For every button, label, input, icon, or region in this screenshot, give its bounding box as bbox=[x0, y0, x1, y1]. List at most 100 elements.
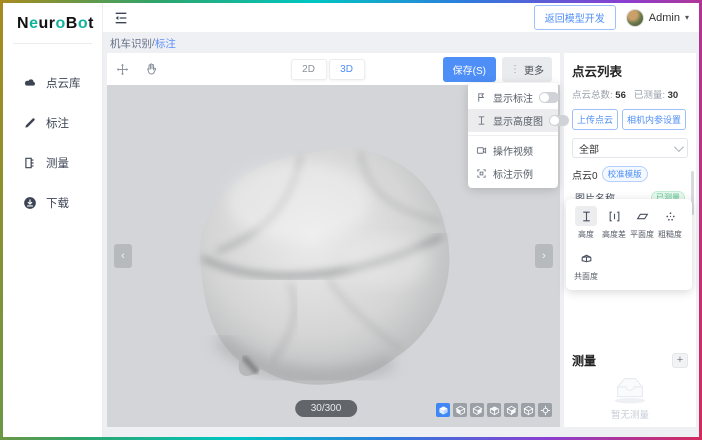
ibeam-icon bbox=[476, 115, 487, 126]
mode-3d-button[interactable]: 3D bbox=[329, 59, 365, 80]
next-image-button[interactable]: › bbox=[535, 244, 553, 268]
menu-item-annotation-example[interactable]: 标注示例 bbox=[468, 162, 558, 185]
tool-label: 高度差 bbox=[602, 229, 626, 240]
measured-value: 30 bbox=[668, 90, 679, 101]
logo-letter-green: o bbox=[55, 15, 65, 32]
sidebar-item-label: 测量 bbox=[46, 155, 69, 171]
flatness-icon bbox=[631, 206, 653, 226]
logo-divider bbox=[13, 43, 92, 44]
camera-intrinsics-button[interactable]: 相机内参设置 bbox=[622, 109, 686, 130]
show-annotation-toggle[interactable] bbox=[539, 92, 559, 103]
total-stat: 点云总数: 56 bbox=[572, 87, 626, 101]
example-icon bbox=[476, 168, 487, 179]
logo-letter: t bbox=[88, 15, 94, 32]
empty-state-text: 暂无测量 bbox=[611, 407, 649, 421]
logo-letter: B bbox=[66, 15, 78, 32]
pointcloud-panel: 点云列表 点云总数: 56 已测量: 30 上传点云 相机内参设置 全部 点云0… bbox=[564, 53, 696, 427]
tool-height[interactable]: 高度 bbox=[572, 206, 600, 240]
cube-back-icon[interactable] bbox=[470, 403, 484, 417]
tool-label: 平面度 bbox=[630, 229, 654, 240]
tool-label: 共面度 bbox=[574, 271, 598, 282]
more-dropdown-menu: 显示标注 显示高度图 操作视频 标注示例 bbox=[468, 83, 558, 188]
measured-stat: 已测量: 30 bbox=[634, 87, 678, 101]
sidebar-item-measure[interactable]: 测量 bbox=[3, 146, 102, 180]
cloud-icon bbox=[23, 76, 37, 90]
main-column: 返回模型开发 Admin ▾ 机车识别 / 标注 bbox=[103, 3, 699, 437]
show-heightmap-toggle[interactable] bbox=[549, 115, 569, 126]
sidebar-menu: 点云库 标注 测量 下载 bbox=[3, 66, 102, 220]
locate-icon[interactable] bbox=[538, 403, 552, 417]
measure-tools-popup: 高度 高度差 平面度 粗糙度 bbox=[566, 199, 692, 290]
tool-height-diff[interactable]: 高度差 bbox=[600, 206, 628, 240]
avatar bbox=[626, 9, 644, 27]
pointcloud-group-row[interactable]: 点云0 校准模版 bbox=[572, 166, 688, 182]
app-window: NeuroBot 点云库 标注 测量 bbox=[3, 3, 699, 437]
user-name: Admin bbox=[649, 12, 680, 24]
more-button[interactable]: ⋮更多 bbox=[502, 57, 552, 82]
flag-icon bbox=[476, 92, 487, 103]
menu-fold-icon[interactable] bbox=[113, 10, 129, 26]
sidebar-item-label: 标注 bbox=[46, 115, 69, 131]
chevron-down-icon bbox=[674, 142, 684, 152]
empty-box-icon bbox=[608, 373, 652, 405]
menu-item-label: 显示高度图 bbox=[493, 113, 543, 128]
cube-iso-icon[interactable] bbox=[436, 403, 450, 417]
sidebar: NeuroBot 点云库 标注 测量 bbox=[3, 3, 103, 437]
sidebar-item-annotate[interactable]: 标注 bbox=[3, 106, 102, 140]
frame-counter: 30/300 bbox=[295, 400, 358, 417]
mode-2d-button[interactable]: 2D bbox=[291, 59, 327, 80]
calibration-template-tag: 校准模版 bbox=[602, 166, 648, 182]
filter-value: 全部 bbox=[579, 141, 599, 156]
tool-roughness[interactable]: 粗糙度 bbox=[656, 206, 684, 240]
canvas-tools-left bbox=[115, 62, 159, 77]
brand-logo: NeuroBot bbox=[3, 3, 102, 43]
logo-letter-green: o bbox=[78, 15, 88, 32]
cube-left-icon[interactable] bbox=[487, 403, 501, 417]
menu-item-label: 标注示例 bbox=[493, 166, 550, 181]
pen-icon bbox=[23, 116, 37, 130]
add-measure-button[interactable]: + bbox=[672, 353, 688, 368]
prev-image-button[interactable]: ‹ bbox=[114, 244, 132, 268]
sidebar-item-label: 下载 bbox=[46, 195, 69, 211]
dimension-toggle: 2D 3D bbox=[291, 59, 365, 80]
measure-title: 测量 bbox=[572, 352, 596, 369]
save-button[interactable]: 保存(S) bbox=[443, 57, 496, 82]
coplanarity-icon bbox=[575, 248, 597, 268]
panel-title: 点云列表 bbox=[572, 61, 688, 80]
more-label: 更多 bbox=[524, 62, 544, 77]
cube-right-icon[interactable] bbox=[504, 403, 518, 417]
breadcrumb-current: 标注 bbox=[155, 36, 176, 51]
cube-front-icon[interactable] bbox=[453, 403, 467, 417]
tool-coplanarity[interactable]: 共面度 bbox=[572, 248, 600, 282]
empty-state: 暂无测量 bbox=[564, 373, 696, 421]
tool-flatness[interactable]: 平面度 bbox=[628, 206, 656, 240]
user-menu[interactable]: Admin ▾ bbox=[626, 9, 689, 27]
hand-tool-icon[interactable] bbox=[144, 62, 159, 77]
upload-pointcloud-button[interactable]: 上传点云 bbox=[572, 109, 618, 130]
sidebar-item-download[interactable]: 下载 bbox=[3, 186, 102, 220]
menu-item-show-annotation[interactable]: 显示标注 bbox=[468, 86, 558, 109]
back-to-model-dev-button[interactable]: 返回模型开发 bbox=[534, 5, 616, 30]
logo-letter: ur bbox=[38, 15, 55, 32]
measured-label: 已测量: bbox=[634, 90, 665, 101]
height-diff-icon bbox=[603, 206, 625, 226]
tool-label: 粗糙度 bbox=[658, 229, 682, 240]
cube-top-icon[interactable] bbox=[521, 403, 535, 417]
total-value: 56 bbox=[615, 90, 626, 101]
menu-item-tutorial-video[interactable]: 操作视频 bbox=[468, 139, 558, 162]
sidebar-item-label: 点云库 bbox=[46, 75, 81, 91]
view-orientation-bar bbox=[436, 403, 552, 417]
canvas-card: 2D 3D 保存(S) ⋮更多 bbox=[107, 53, 560, 427]
tooth-3d-model bbox=[148, 109, 498, 409]
filter-select[interactable]: 全部 bbox=[572, 138, 688, 158]
download-icon bbox=[23, 196, 37, 210]
roughness-icon bbox=[659, 206, 681, 226]
ruler-icon bbox=[23, 156, 37, 170]
gradient-frame: NeuroBot 点云库 标注 测量 bbox=[0, 0, 702, 440]
canvas-toolbar: 2D 3D 保存(S) ⋮更多 bbox=[107, 53, 560, 85]
panel-stats: 点云总数: 56 已测量: 30 bbox=[572, 87, 688, 101]
move-tool-icon[interactable] bbox=[115, 62, 130, 77]
menu-item-show-heightmap[interactable]: 显示高度图 bbox=[468, 109, 558, 132]
sidebar-item-pointcloud-library[interactable]: 点云库 bbox=[3, 66, 102, 100]
breadcrumb-parent[interactable]: 机车识别 bbox=[110, 36, 152, 51]
